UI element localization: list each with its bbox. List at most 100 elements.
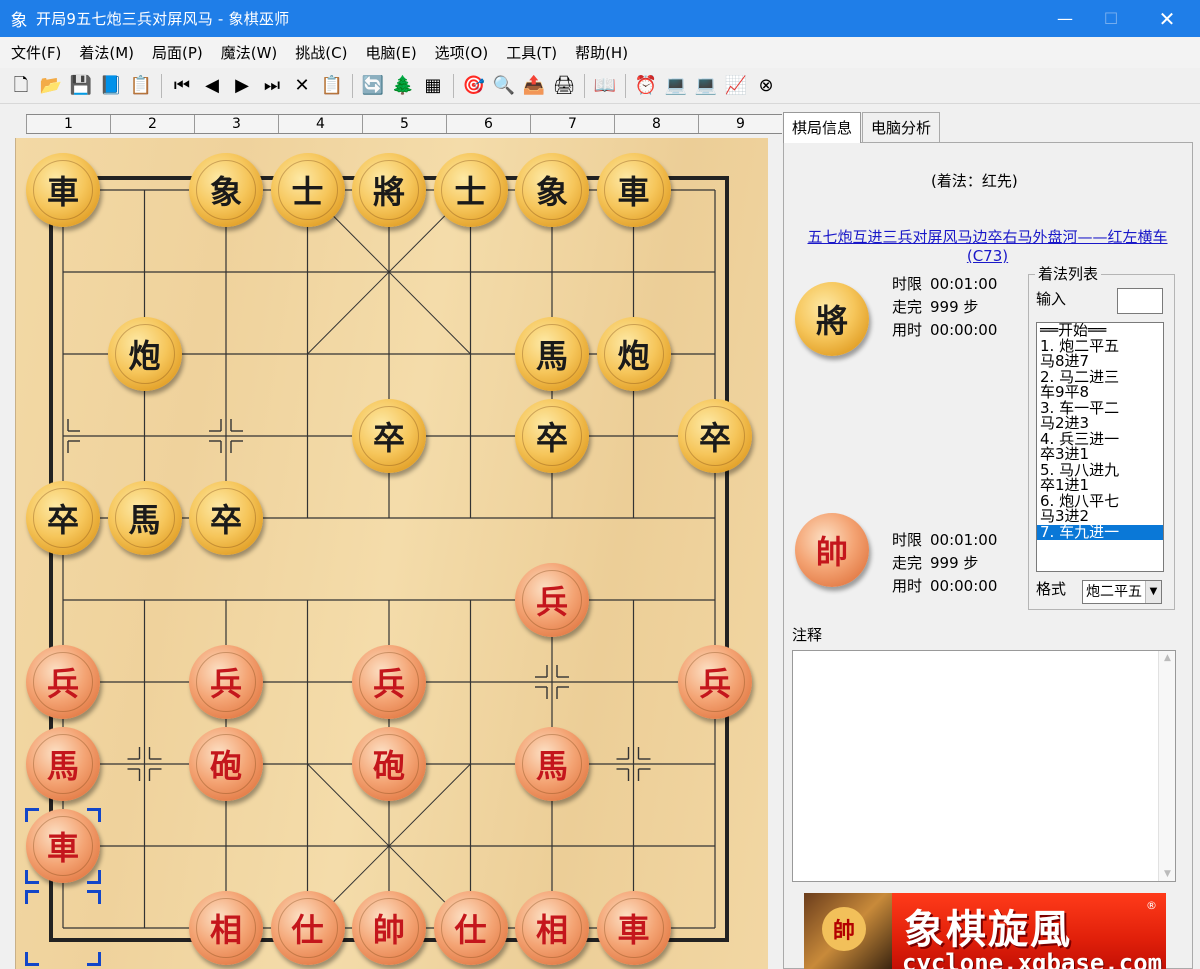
opening-link[interactable]: 五七炮互进三兵对屏风马边卒右马外盘河——红左横车(C73) <box>790 228 1185 266</box>
black-piece-卒[interactable]: 卒 <box>189 481 263 555</box>
close-button[interactable]: ✕ <box>1134 0 1200 37</box>
red-piece-砲[interactable]: 砲 <box>352 727 426 801</box>
red-piece-兵[interactable]: 兵 <box>352 645 426 719</box>
panel-tabs: 棋局信息 电脑分析 <box>783 112 941 143</box>
ruler-file-7: 7 <box>530 115 614 133</box>
ruler-file-9: 9 <box>698 115 782 133</box>
monitor-icon[interactable]: 📈 <box>723 73 749 99</box>
ruler-file-6: 6 <box>446 115 530 133</box>
black-piece-卒[interactable]: 卒 <box>678 399 752 473</box>
last-move-icon[interactable]: ⏭ <box>259 73 285 99</box>
red-piece-馬[interactable]: 馬 <box>26 727 100 801</box>
black-piece-將[interactable]: 將 <box>352 153 426 227</box>
maximize-button[interactable]: ☐ <box>1088 0 1134 37</box>
red-piece-兵[interactable]: 兵 <box>189 645 263 719</box>
engine-icon[interactable]: 🎯 <box>461 73 487 99</box>
menu-item-0[interactable]: 文件(F) <box>2 42 70 63</box>
red-piece-砲[interactable]: 砲 <box>189 727 263 801</box>
move-list-item[interactable]: 7. 车九进一 <box>1037 524 1163 540</box>
scroll-down-icon[interactable]: ▼ <box>1159 869 1176 879</box>
notes-textarea[interactable]: ▲ ▼ <box>792 650 1176 882</box>
notes-scrollbar[interactable]: ▲ ▼ <box>1158 651 1175 881</box>
piece-label: 仕 <box>440 898 501 958</box>
black-piece-士[interactable]: 士 <box>270 153 345 227</box>
piece-label: 車 <box>603 160 664 220</box>
black-piece-炮[interactable]: 炮 <box>107 317 182 391</box>
analyze-icon[interactable]: 🔍 <box>491 73 517 99</box>
library-icon[interactable]: 📖 <box>592 73 618 99</box>
prev-move-icon[interactable]: ◀ <box>199 73 225 99</box>
black-piece-士[interactable]: 士 <box>433 153 508 227</box>
piece-label: 砲 <box>359 734 419 794</box>
black-piece-馬[interactable]: 馬 <box>515 317 589 391</box>
menu-item-1[interactable]: 着法(M) <box>70 42 143 63</box>
move-list[interactable]: ══开始══ 1. 炮二平五 马8进7 2. 马二进三 车9平8 3. 车一平二 马2进3 4… <box>1036 322 1164 572</box>
scroll-up-icon[interactable]: ▲ <box>1159 653 1176 663</box>
red-piece-仕[interactable]: 仕 <box>433 891 508 965</box>
minimize-button[interactable]: — <box>1042 0 1088 37</box>
tab-game-info[interactable]: 棋局信息 <box>783 112 862 143</box>
paste-icon[interactable]: 📋 <box>319 73 345 99</box>
clock-icon[interactable]: ⏰ <box>633 73 659 99</box>
black-piece-卒[interactable]: 卒 <box>515 399 589 473</box>
red-piece-仕[interactable]: 仕 <box>270 891 345 965</box>
toolbar-separator <box>352 73 353 98</box>
tab-engine-analysis[interactable]: 电脑分析 <box>862 112 941 142</box>
black-piece-卒[interactable]: 卒 <box>26 481 100 555</box>
print-icon[interactable]: 🖨 <box>551 73 577 99</box>
registered-mark: ® <box>1146 899 1157 912</box>
format-select[interactable]: 炮二平五 ▼ <box>1082 580 1162 604</box>
open-folder-icon[interactable]: 📂 <box>38 73 64 99</box>
menu-item-6[interactable]: 选项(O) <box>426 42 498 63</box>
time-limit-label: 时限 <box>891 275 922 293</box>
piece-label: 象 <box>522 160 582 220</box>
red-piece-車[interactable]: 車 <box>596 891 671 965</box>
export-icon[interactable]: 📤 <box>521 73 547 99</box>
black-piece-象[interactable]: 象 <box>515 153 589 227</box>
red-piece-帥[interactable]: 帥 <box>352 891 426 965</box>
red-piece-兵[interactable]: 兵 <box>26 645 100 719</box>
red-piece-馬[interactable]: 馬 <box>515 727 589 801</box>
menu-item-3[interactable]: 魔法(W) <box>212 42 287 63</box>
tree-icon[interactable]: 🌲 <box>390 73 416 99</box>
red-piece-相[interactable]: 相 <box>189 891 263 965</box>
black-piece-車[interactable]: 車 <box>26 153 100 227</box>
save-icon[interactable]: 💾 <box>68 73 94 99</box>
red-piece-兵[interactable]: 兵 <box>515 563 589 637</box>
last-move-from-marker <box>25 952 39 966</box>
black-piece-車[interactable]: 車 <box>596 153 671 227</box>
ad-banner[interactable]: 帥 象棋旋風 ® cyclone.xqbase.com <box>804 893 1166 969</box>
window-controls: — ☐ ✕ <box>1042 0 1200 37</box>
piece-label: 馬 <box>522 734 582 794</box>
stop-icon[interactable]: ⊗ <box>753 73 779 99</box>
properties-icon[interactable]: 📋 <box>128 73 154 99</box>
menu-item-2[interactable]: 局面(P) <box>143 42 212 63</box>
piece-label: 炮 <box>114 324 175 384</box>
black-piece-象[interactable]: 象 <box>189 153 263 227</box>
delete-icon[interactable]: ✕ <box>289 73 315 99</box>
chevron-down-icon[interactable]: ▼ <box>1145 581 1161 603</box>
menu-item-5[interactable]: 电脑(E) <box>356 42 425 63</box>
next-move-icon[interactable]: ▶ <box>229 73 255 99</box>
new-file-icon[interactable]: 🗋 <box>8 73 34 99</box>
first-move-icon[interactable]: ⏮ <box>169 73 195 99</box>
move-input[interactable] <box>1117 288 1163 314</box>
computer-icon[interactable]: 💻 <box>663 73 689 99</box>
piece-label: 士 <box>277 160 338 220</box>
flip-board-icon[interactable]: 🔄 <box>360 73 386 99</box>
banner-title: 象棋旋風 <box>904 906 1072 953</box>
black-piece-卒[interactable]: 卒 <box>352 399 426 473</box>
computer2-icon[interactable]: 💻 <box>693 73 719 99</box>
menu-item-7[interactable]: 工具(T) <box>497 42 566 63</box>
title-bar: 象 开局9五七炮三兵对屏风马 - 象棋巫师 — ☐ ✕ <box>0 0 1200 37</box>
red-piece-相[interactable]: 相 <box>515 891 589 965</box>
grid-icon[interactable]: ▦ <box>420 73 446 99</box>
menu-item-4[interactable]: 挑战(C) <box>286 42 356 63</box>
menu-bar: 文件(F) 着法(M) 局面(P) 魔法(W) 挑战(C) 电脑(E) 选项(O) 工具(T)… <box>0 37 1200 68</box>
book-icon[interactable]: 📘 <box>98 73 124 99</box>
menu-item-8[interactable]: 帮助(H) <box>566 42 637 63</box>
red-piece-兵[interactable]: 兵 <box>678 645 752 719</box>
black-piece-炮[interactable]: 炮 <box>596 317 671 391</box>
piece-label: 相 <box>196 898 256 958</box>
black-piece-馬[interactable]: 馬 <box>107 481 182 555</box>
